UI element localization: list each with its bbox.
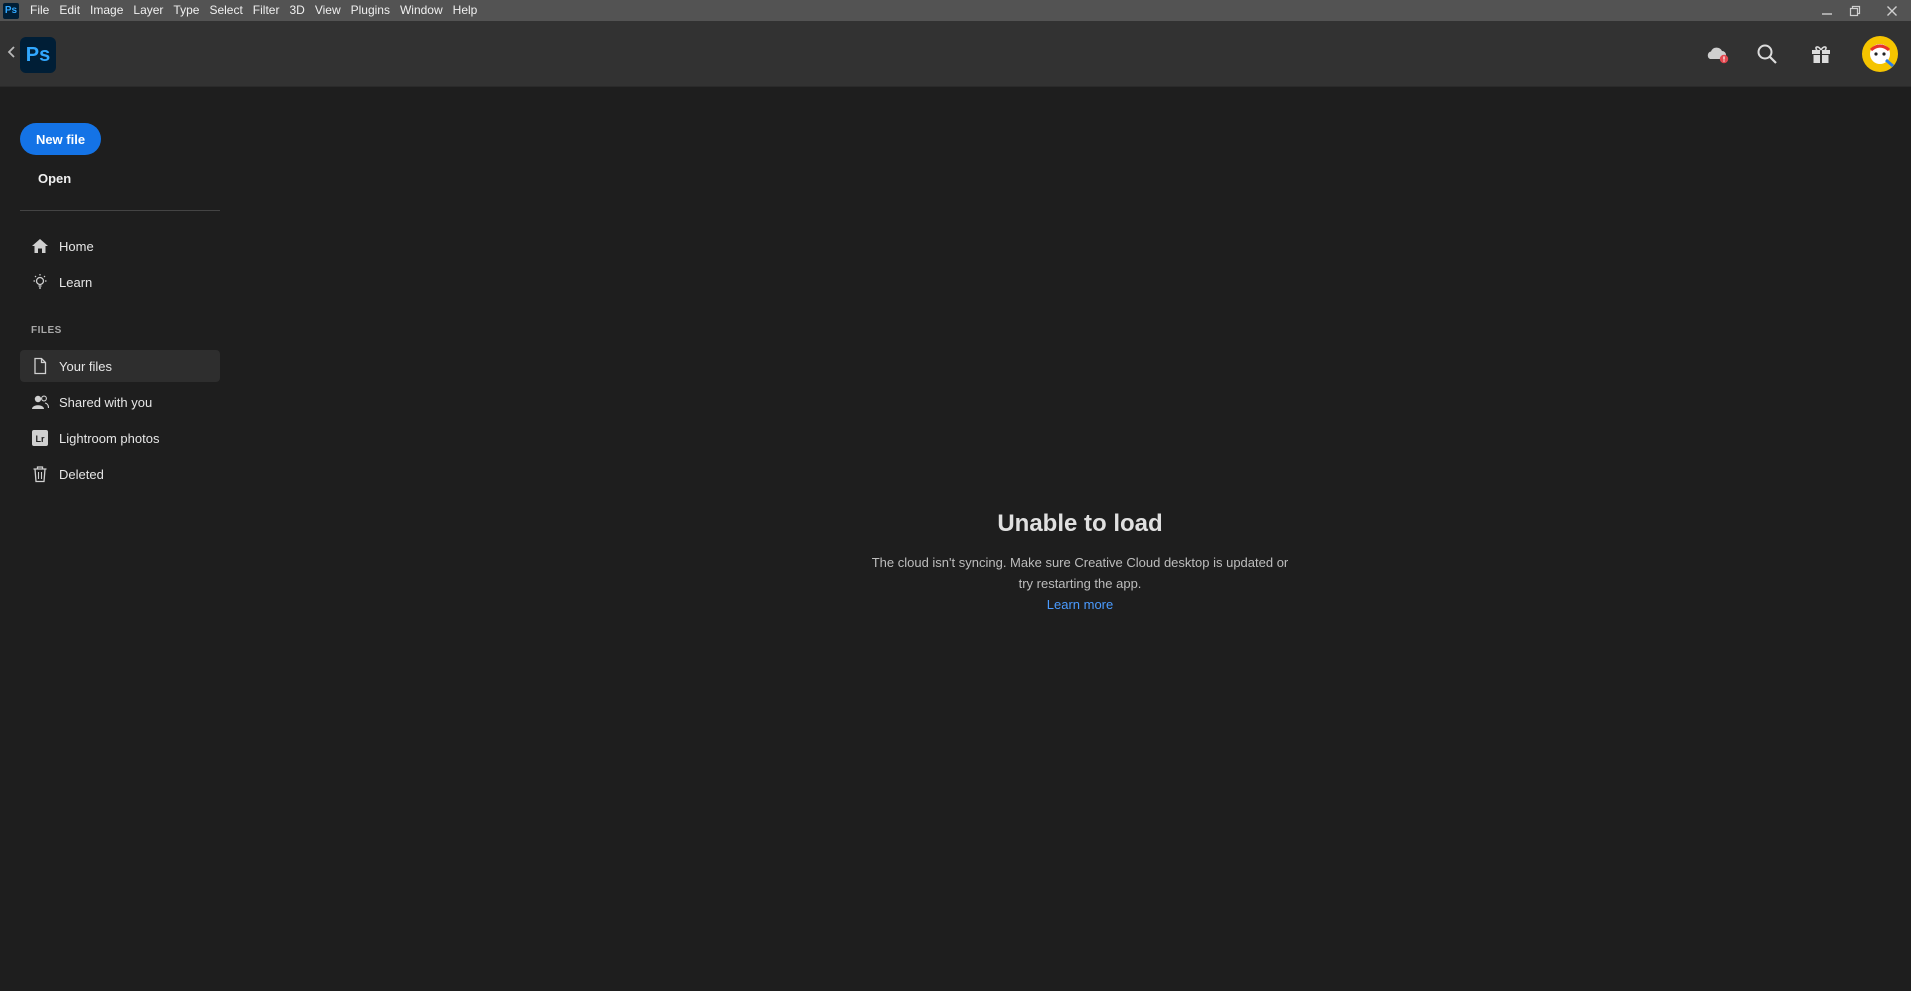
file-icon bbox=[31, 357, 49, 375]
sidebar-item-learn[interactable]: Learn bbox=[20, 266, 220, 298]
menu-view[interactable]: View bbox=[310, 0, 346, 21]
restore-icon[interactable] bbox=[1840, 0, 1870, 21]
sidebar-item-label: Learn bbox=[59, 274, 93, 290]
menu-3d[interactable]: 3D bbox=[284, 0, 309, 21]
home-icon bbox=[31, 237, 49, 255]
avatar[interactable] bbox=[1862, 36, 1898, 72]
files-section-label: FILES bbox=[31, 325, 62, 336]
lightbulb-icon bbox=[31, 273, 49, 291]
close-icon[interactable] bbox=[1877, 0, 1907, 21]
error-message: Unable to load The cloud isn't syncing. … bbox=[800, 510, 1360, 615]
sidebar-item-label: Your files bbox=[59, 358, 112, 374]
cloud-sync-error-icon[interactable] bbox=[1704, 41, 1730, 67]
photoshop-logo[interactable]: Ps bbox=[20, 37, 56, 73]
lightroom-icon: Lr bbox=[31, 429, 49, 447]
menu-file[interactable]: File bbox=[25, 0, 54, 21]
menu-bar: Ps File Edit Image Layer Type Select Fil… bbox=[0, 0, 1911, 21]
sidebar-item-label: Lightroom photos bbox=[59, 430, 160, 446]
menu-edit[interactable]: Edit bbox=[54, 0, 85, 21]
back-chevron-icon[interactable] bbox=[5, 45, 19, 59]
open-button[interactable]: Open bbox=[38, 171, 71, 186]
trash-icon bbox=[31, 465, 49, 483]
sidebar-item-lightroom-photos[interactable]: Lr Lightroom photos bbox=[20, 422, 220, 454]
menu-filter[interactable]: Filter bbox=[248, 0, 285, 21]
menu-plugins[interactable]: Plugins bbox=[346, 0, 395, 21]
new-file-button[interactable]: New file bbox=[20, 123, 101, 155]
minimize-icon[interactable] bbox=[1812, 0, 1842, 21]
menu-select[interactable]: Select bbox=[204, 0, 247, 21]
sidebar-item-home[interactable]: Home bbox=[20, 230, 220, 262]
app-header: Ps bbox=[0, 21, 1911, 87]
sidebar-divider bbox=[20, 210, 220, 211]
sidebar-item-shared-with-you[interactable]: Shared with you bbox=[20, 386, 220, 418]
sidebar-item-label: Shared with you bbox=[59, 394, 153, 410]
learn-more-link[interactable]: Learn more bbox=[800, 594, 1360, 615]
sidebar-item-label: Home bbox=[59, 238, 94, 254]
menu-type[interactable]: Type bbox=[168, 0, 204, 21]
search-icon[interactable] bbox=[1754, 41, 1780, 67]
error-description: The cloud isn't syncing. Make sure Creat… bbox=[871, 555, 1289, 591]
menu-layer[interactable]: Layer bbox=[128, 0, 168, 21]
photoshop-app-icon: Ps bbox=[3, 2, 19, 19]
menu-window[interactable]: Window bbox=[395, 0, 448, 21]
shared-users-icon bbox=[31, 393, 49, 411]
sidebar-item-your-files[interactable]: Your files bbox=[20, 350, 220, 382]
svg-text:Lr: Lr bbox=[36, 434, 45, 444]
sidebar-item-deleted[interactable]: Deleted bbox=[20, 458, 220, 490]
sidebar-item-label: Deleted bbox=[59, 466, 104, 482]
gift-icon[interactable] bbox=[1808, 41, 1834, 67]
menu-help[interactable]: Help bbox=[448, 0, 483, 21]
menu-image[interactable]: Image bbox=[85, 0, 128, 21]
error-title: Unable to load bbox=[997, 510, 1163, 537]
